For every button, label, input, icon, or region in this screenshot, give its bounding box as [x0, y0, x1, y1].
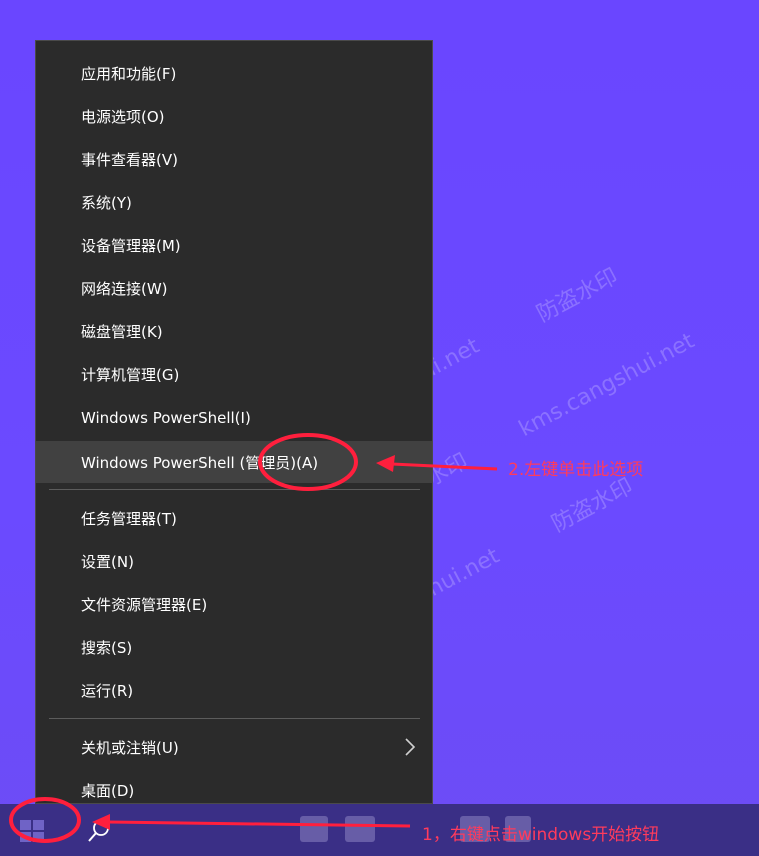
menu-item-file-explorer[interactable]: 文件资源管理器(E): [36, 584, 432, 624]
menu-item-search[interactable]: 搜索(S): [36, 627, 432, 667]
menu-item-label: 事件查看器(V): [81, 150, 178, 169]
menu-item-computer-management[interactable]: 计算机管理(G): [36, 354, 432, 394]
menu-item-label: 设置(N): [81, 552, 134, 571]
annotation-step1: 1，右键点击windows开始按钮: [422, 825, 660, 845]
menu-item-shutdown-signout[interactable]: 关机或注销(U): [36, 727, 432, 767]
menu-item-power-options[interactable]: 电源选项(O): [36, 96, 432, 136]
menu-item-powershell-admin[interactable]: Windows PowerShell (管理员)(A): [36, 441, 432, 483]
menu-item-system[interactable]: 系统(Y): [36, 182, 432, 222]
menu-separator: [49, 489, 420, 490]
menu-item-task-manager[interactable]: 任务管理器(T): [36, 498, 432, 538]
annotation-step2: 2.左键单击此选项: [508, 460, 644, 480]
menu-item-label: 系统(Y): [81, 193, 132, 212]
start-context-menu: 应用和功能(F) 电源选项(O) 事件查看器(V) 系统(Y) 设备管理器(M)…: [35, 40, 433, 804]
menu-item-label: 桌面(D): [81, 781, 135, 800]
menu-item-label: 网络连接(W): [81, 279, 168, 298]
menu-item-label: 文件资源管理器(E): [81, 595, 208, 614]
menu-item-label: 计算机管理(G): [81, 365, 180, 384]
menu-item-label: Windows PowerShell(I): [81, 409, 251, 427]
menu-item-device-manager[interactable]: 设备管理器(M): [36, 225, 432, 265]
menu-item-label: 搜索(S): [81, 638, 133, 657]
menu-item-label: 应用和功能(F): [81, 64, 177, 83]
menu-item-label: 关机或注销(U): [81, 738, 179, 757]
search-icon[interactable]: [86, 818, 112, 844]
menu-item-powershell[interactable]: Windows PowerShell(I): [36, 398, 432, 438]
menu-item-label: 运行(R): [81, 681, 134, 700]
blurred-taskbar-icon[interactable]: [300, 816, 328, 842]
menu-item-event-viewer[interactable]: 事件查看器(V): [36, 139, 432, 179]
chevron-right-icon: [405, 738, 416, 756]
blurred-taskbar-icon[interactable]: [345, 816, 375, 842]
menu-item-label: 电源选项(O): [81, 107, 165, 126]
menu-item-label: 任务管理器(T): [81, 509, 177, 528]
menu-item-label: Windows PowerShell (管理员)(A): [81, 453, 319, 472]
menu-item-disk-management[interactable]: 磁盘管理(K): [36, 311, 432, 351]
menu-separator: [49, 718, 420, 719]
menu-item-network-connections[interactable]: 网络连接(W): [36, 268, 432, 308]
windows-start-button[interactable]: [18, 818, 46, 844]
menu-item-apps-features[interactable]: 应用和功能(F): [36, 53, 432, 93]
menu-item-label: 设备管理器(M): [81, 236, 181, 255]
menu-item-settings[interactable]: 设置(N): [36, 541, 432, 581]
menu-item-run[interactable]: 运行(R): [36, 670, 432, 710]
menu-item-label: 磁盘管理(K): [81, 322, 163, 341]
